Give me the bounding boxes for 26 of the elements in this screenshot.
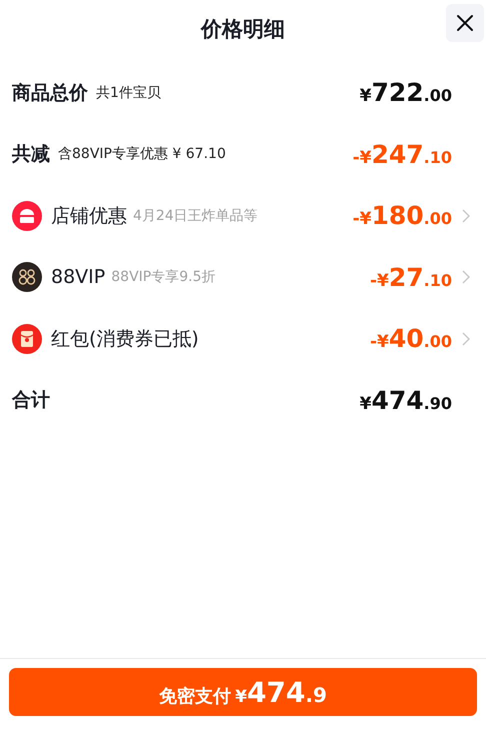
close-button[interactable]	[446, 4, 484, 42]
price-amount: -¥27.10	[370, 262, 452, 292]
row-label: 合计	[12, 388, 50, 414]
price-amount: -¥247.10	[352, 140, 452, 169]
price-amount: -¥180.00	[352, 201, 452, 230]
price-amount: -¥40.00	[370, 324, 452, 354]
row-label: 88VIP	[51, 266, 106, 288]
row-label: 店铺优惠	[51, 204, 127, 229]
close-icon	[455, 13, 475, 33]
row-note: 含88VIP专享优惠 ¥ 67.10	[58, 145, 226, 164]
shop-icon	[12, 200, 42, 231]
row-label: 红包(消费券已抵)	[51, 326, 199, 352]
sheet-title: 价格明细	[201, 16, 285, 43]
chevron-right-icon[interactable]	[462, 270, 470, 284]
row-note: 共1件宝贝	[96, 84, 161, 102]
price-amount: ¥474.90	[360, 386, 452, 415]
chevron-right-icon[interactable]	[462, 332, 470, 346]
price-amount: ¥722.00	[360, 78, 452, 108]
chevron-right-icon[interactable]	[462, 208, 470, 223]
pay-button[interactable]: 免密支付 ¥474.9	[9, 668, 477, 716]
row-note: 4月24日王炸单品等	[133, 206, 258, 225]
row-note: 88VIP专享9.5折	[111, 268, 216, 286]
row-label: 共减	[12, 142, 50, 168]
envelope-icon	[12, 324, 42, 354]
vip-badge-icon	[12, 262, 42, 292]
row-label: 商品总价	[12, 80, 88, 106]
